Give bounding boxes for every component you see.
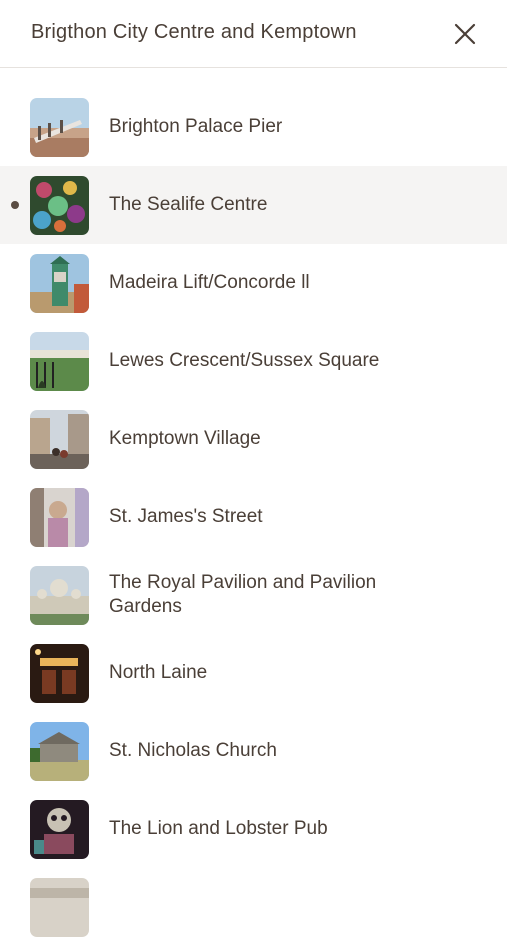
list-item[interactable]: North Laine — [0, 634, 507, 712]
close-button[interactable] — [449, 18, 481, 50]
lion-lobster-pub-photo — [30, 800, 89, 859]
north-laine-photo — [30, 644, 89, 703]
st-james-street-photo — [30, 488, 89, 547]
list-item[interactable]: The Lion and Lobster Pub — [0, 790, 507, 868]
stop-label: St. James's Street — [109, 506, 263, 527]
list-item[interactable]: Brighton Palace Pier — [0, 88, 507, 166]
stop-label: Madeira Lift/Concorde ll — [109, 272, 310, 293]
next-stop-photo — [30, 878, 89, 937]
list-item[interactable]: St. James's Street — [0, 478, 507, 556]
list-item[interactable]: The Sealife Centre — [0, 166, 507, 244]
kemptown-village-photo — [30, 410, 89, 469]
close-icon — [454, 23, 476, 45]
list-item[interactable]: Lewes Crescent/Sussex Square — [0, 322, 507, 400]
header: Brigthon City Centre and Kemptown — [0, 0, 507, 68]
list-item[interactable]: Kemptown Village — [0, 400, 507, 478]
list-item[interactable]: St. Nicholas Church — [0, 712, 507, 790]
list-item[interactable] — [0, 868, 507, 946]
stop-label: Lewes Crescent/Sussex Square — [109, 350, 380, 371]
stop-label: Kemptown Village — [109, 428, 261, 449]
page-title: Brigthon City Centre and Kemptown — [31, 21, 357, 43]
list-item[interactable]: Madeira Lift/Concorde ll — [0, 244, 507, 322]
stop-label: The Royal Pavilion and Pavilion Gardens — [109, 572, 377, 617]
stop-label: St. Nicholas Church — [109, 740, 277, 761]
list-item[interactable]: The Royal Pavilion and Pavilion Gardens — [0, 556, 507, 634]
stop-label: North Laine — [109, 662, 208, 683]
lewes-crescent-photo — [30, 332, 89, 391]
pier-photo — [30, 98, 89, 157]
sealife-photo — [30, 176, 89, 235]
st-nicholas-church-photo — [30, 722, 89, 781]
stop-label: The Lion and Lobster Pub — [109, 818, 328, 839]
stop-label: Brighton Palace Pier — [109, 116, 283, 137]
stop-label: The Sealife Centre — [109, 194, 268, 215]
stops-list: Brighton Palace Pier The Sealife Centre — [0, 88, 507, 946]
royal-pavilion-photo — [30, 566, 89, 625]
madeira-lift-photo — [30, 254, 89, 313]
current-stop-indicator — [11, 201, 19, 209]
